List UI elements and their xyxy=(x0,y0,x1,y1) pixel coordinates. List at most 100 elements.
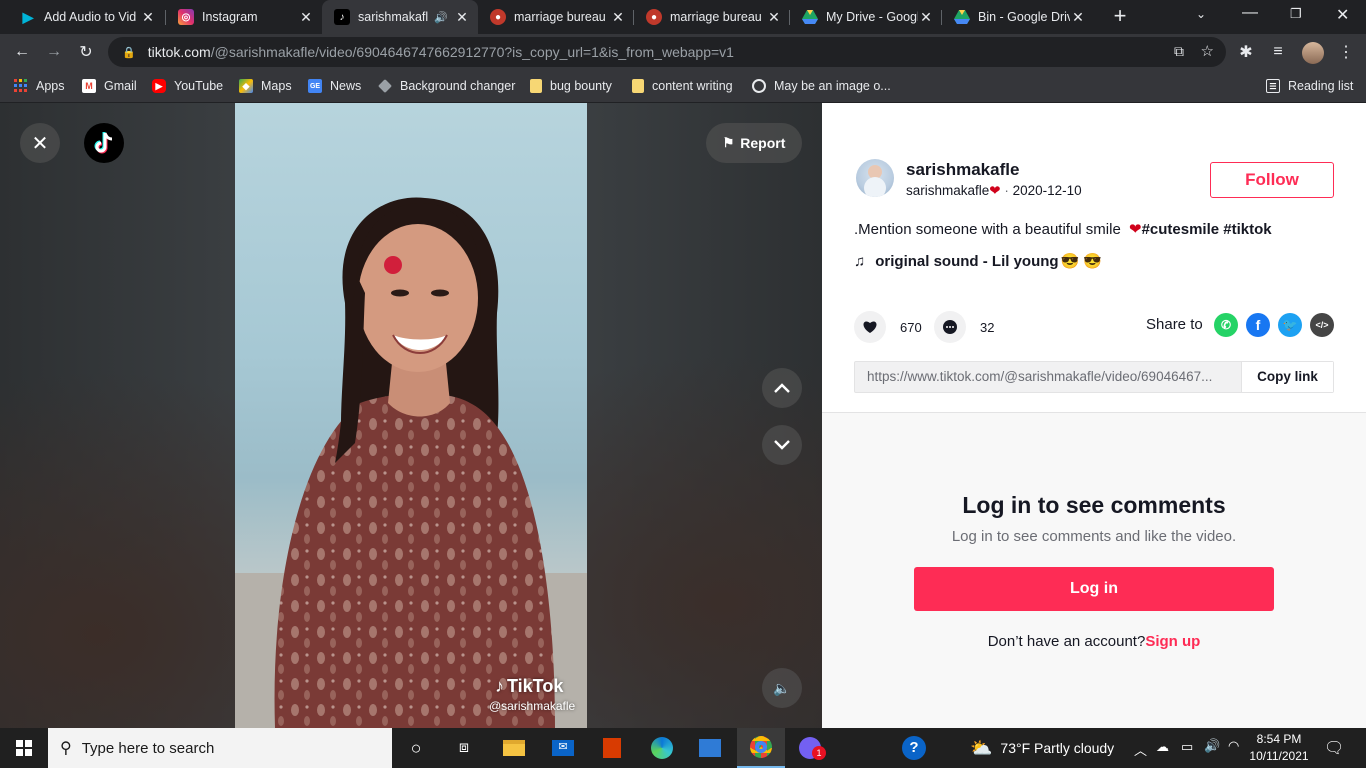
reading-list[interactable]: ☰ Reading list xyxy=(1266,77,1353,95)
bookmark-gmail[interactable]: M Gmail xyxy=(82,77,137,95)
restore-icon[interactable]: ❐ xyxy=(1290,6,1302,22)
close-video-button[interactable]: ✕ xyxy=(20,123,60,163)
bookmark-news[interactable]: GE News xyxy=(308,77,361,95)
tab-marriage-bureau-2[interactable]: ● marriage bureau ✕ xyxy=(634,0,790,34)
embed-code-icon[interactable]: </> xyxy=(1310,313,1334,337)
mail-icon[interactable]: ✉ xyxy=(539,728,587,768)
wifi-icon[interactable]: ◠ xyxy=(1228,738,1239,754)
like-stat[interactable]: 670 xyxy=(854,311,922,343)
whatsapp-icon[interactable]: ✆ xyxy=(1214,313,1238,337)
flag-icon: ⚑ xyxy=(722,135,735,150)
bookmark-content-writing[interactable]: content writing xyxy=(632,77,733,95)
tiktok-logo-icon[interactable] xyxy=(84,123,124,163)
tab-add-audio[interactable]: ▶ Add Audio to Vid ✕ xyxy=(8,0,164,34)
photos-icon[interactable] xyxy=(686,728,734,768)
new-tab-button[interactable]: + xyxy=(1108,5,1132,29)
reload-icon[interactable]: ↻ xyxy=(76,42,96,62)
back-icon[interactable]: ← xyxy=(12,42,32,62)
notifications-icon[interactable]: 🗨 xyxy=(1324,738,1344,758)
heart-icon[interactable] xyxy=(854,311,886,343)
previous-video-button[interactable] xyxy=(762,368,802,408)
system-clock[interactable]: 8:54 PM 10/11/2021 xyxy=(1244,731,1314,765)
volume-button[interactable]: 🔈 xyxy=(762,668,802,708)
comment-count: 32 xyxy=(980,319,995,335)
copy-link-button[interactable]: Copy link xyxy=(1241,362,1333,392)
bookmark-youtube[interactable]: ▶ YouTube xyxy=(152,77,223,95)
lock-icon[interactable]: 🔒 xyxy=(122,46,136,59)
like-count: 670 xyxy=(900,319,922,335)
cortana-icon[interactable]: ○ xyxy=(392,728,440,768)
bookmark-star-icon[interactable]: ☆ xyxy=(1201,42,1214,60)
author-avatar[interactable] xyxy=(856,159,894,197)
close-tab-icon[interactable]: ✕ xyxy=(610,9,626,26)
edge-icon[interactable] xyxy=(638,728,686,768)
tiktok-watermark: ♪ TikTok @sarishmakafle xyxy=(489,676,575,713)
next-video-button[interactable] xyxy=(762,425,802,465)
windows-start-icon[interactable] xyxy=(0,728,48,768)
minimize-icon[interactable]: — xyxy=(1242,4,1258,22)
viber-icon[interactable]: 1 xyxy=(786,728,834,768)
chrome-icon[interactable] xyxy=(737,728,785,768)
bookmark-maps[interactable]: ◆ Maps xyxy=(239,77,292,95)
office-icon[interactable] xyxy=(588,728,636,768)
description-text: .Mention someone with a beautiful smile xyxy=(854,221,1121,238)
music-link[interactable]: ♫ original sound - Lil young 😎 😎 xyxy=(854,252,1102,271)
bookmark-bug-bounty[interactable]: bug bounty xyxy=(530,77,612,95)
tab-bin-google-drive[interactable]: Bin - Google Driv ✕ xyxy=(942,0,1094,34)
forward-icon[interactable]: → xyxy=(44,42,64,62)
tab-marriage-bureau-1[interactable]: ● marriage bureau ✕ xyxy=(478,0,634,34)
url-host: tiktok.com xyxy=(147,44,211,60)
volume-icon[interactable]: 🔊 xyxy=(1204,738,1220,754)
comment-icon[interactable] xyxy=(934,311,966,343)
login-button[interactable]: Log in xyxy=(914,567,1274,611)
tab-tiktok[interactable]: ♪ sarishmakafle 🔊 ✕ xyxy=(322,0,478,34)
speaker-icon[interactable]: 🔊 xyxy=(434,11,448,24)
tab-search-icon[interactable]: ⌄ xyxy=(1196,7,1206,21)
show-hidden-icons-icon[interactable]: ︿ xyxy=(1134,740,1147,759)
video-description: .Mention someone with a beautiful smile … xyxy=(854,220,1272,238)
file-explorer-icon[interactable] xyxy=(490,728,538,768)
video-player[interactable]: ✕ ⚑ Report 🔈 ♪ TikTok @sarishmakafle xyxy=(0,103,822,728)
author-username[interactable]: sarishmakafle xyxy=(906,160,1019,180)
video-frame[interactable] xyxy=(235,103,587,728)
report-button[interactable]: ⚑ Report xyxy=(706,123,802,163)
tab-my-drive[interactable]: My Drive - Googl ✕ xyxy=(790,0,942,34)
address-bar[interactable]: 🔒 tiktok.com/@sarishmakafle/video/690464… xyxy=(108,37,1226,67)
signup-prompt: Don’t have an account?Sign up xyxy=(822,633,1366,650)
tab-instagram[interactable]: ◎ Instagram ✕ xyxy=(166,0,322,34)
follow-button[interactable]: Follow xyxy=(1210,162,1334,198)
onedrive-icon[interactable]: ☁ xyxy=(1156,739,1169,755)
apps-grid-icon xyxy=(14,79,28,93)
menu-dots-icon[interactable]: ⋮ xyxy=(1336,42,1356,62)
reading-list-icon: ☰ xyxy=(1266,79,1280,93)
bookmark-apps[interactable]: Apps xyxy=(14,77,65,95)
close-tab-icon[interactable]: ✕ xyxy=(1070,9,1086,26)
share-link-url[interactable]: https://www.tiktok.com/@sarishmakafle/vi… xyxy=(855,362,1241,392)
close-tab-icon[interactable]: ✕ xyxy=(298,9,314,26)
help-icon[interactable]: ? xyxy=(890,728,938,768)
window-close-icon[interactable]: ✕ xyxy=(1336,5,1349,25)
facebook-icon[interactable]: f xyxy=(1246,313,1270,337)
close-tab-icon[interactable]: ✕ xyxy=(454,9,470,26)
comment-stat[interactable]: 32 xyxy=(934,311,994,343)
close-tab-icon[interactable]: ✕ xyxy=(918,9,934,26)
notification-badge: 1 xyxy=(812,746,826,760)
close-tab-icon[interactable]: ✕ xyxy=(140,9,156,26)
bookmark-label: News xyxy=(330,79,362,93)
bookmark-may-be-an-image[interactable]: May be an image o... xyxy=(752,77,891,95)
signup-link[interactable]: Sign up xyxy=(1145,633,1200,650)
taskbar-search[interactable]: ⚲ Type here to search xyxy=(48,728,392,768)
profile-avatar[interactable] xyxy=(1302,42,1324,64)
extensions-icon[interactable]: ✱ xyxy=(1236,42,1256,62)
instagram-icon: ◎ xyxy=(178,9,194,25)
twitter-icon[interactable]: 🐦 xyxy=(1278,313,1302,337)
battery-icon[interactable]: ▭ xyxy=(1181,739,1193,755)
close-tab-icon[interactable]: ✕ xyxy=(766,9,782,26)
media-control-icon[interactable]: ≡ xyxy=(1268,42,1288,62)
clock-time: 8:54 PM xyxy=(1256,732,1302,746)
open-in-app-icon[interactable]: ⧉ xyxy=(1174,43,1184,60)
weather-widget[interactable]: ⛅ 73°F Partly cloudy xyxy=(970,728,1114,768)
task-view-icon[interactable]: ⧈ xyxy=(440,728,488,768)
bookmark-background-changer[interactable]: Background changer xyxy=(378,77,515,95)
hashtags[interactable]: #cutesmile #tiktok xyxy=(1142,221,1272,238)
